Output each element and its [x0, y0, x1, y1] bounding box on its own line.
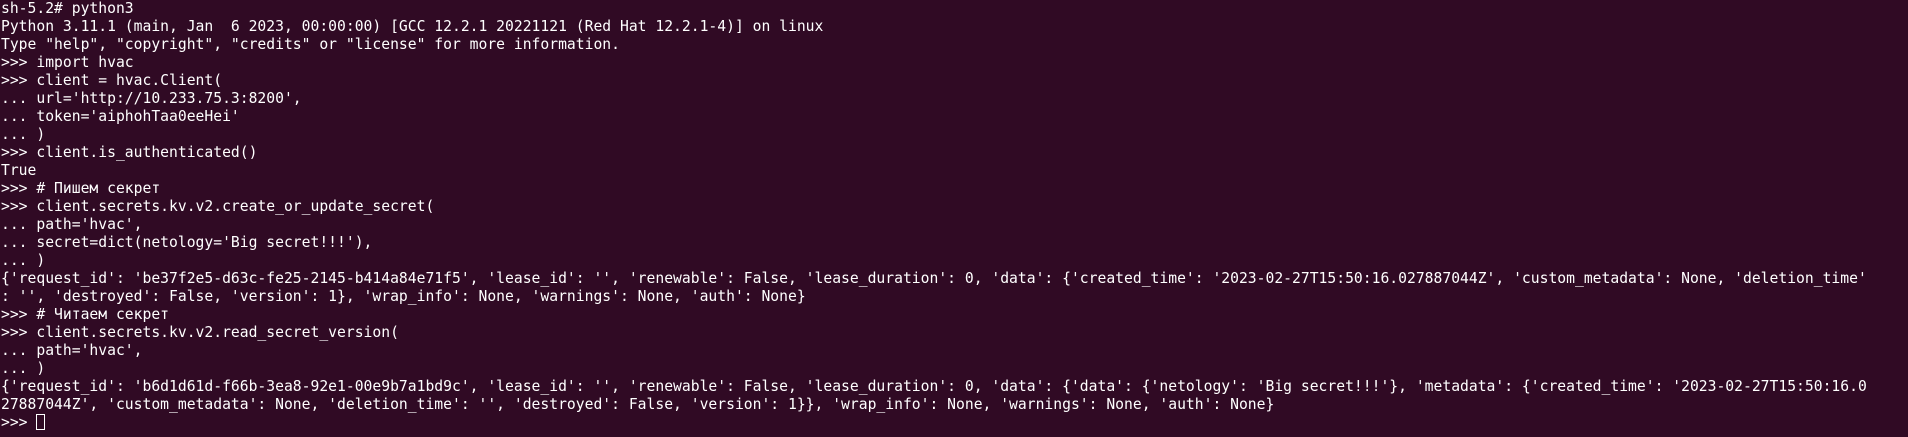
terminal-line: ... secret=dict(netology='Big secret!!!'… [1, 234, 373, 251]
terminal-line: ... url='http://10.233.75.3:8200', [1, 90, 302, 107]
terminal-line: ... token='aiphohTaa0eeHei' [1, 108, 240, 125]
terminal-line: Type "help", "copyright", "credits" or "… [1, 36, 620, 53]
terminal-line: >>> client.is_authenticated() [1, 144, 258, 161]
terminal-line: >>> client.secrets.kv.v2.create_or_updat… [1, 198, 435, 215]
terminal-line: : '', 'destroyed': False, 'version': 1},… [1, 288, 806, 305]
terminal-line: {'request_id': 'be37f2e5-d63c-fe25-2145-… [1, 270, 1867, 287]
terminal-line: ... ) [1, 360, 46, 377]
prompt: >>> [1, 414, 37, 431]
terminal-line: {'request_id': 'b6d1d61d-f66b-3ea8-92e1-… [1, 378, 1867, 395]
terminal-line: >>> import hvac [1, 54, 134, 71]
cursor[interactable] [36, 414, 46, 430]
terminal-line: sh-5.2# python3 [1, 0, 134, 17]
terminal-line: ... path='hvac', [1, 216, 143, 233]
terminal-line: ... path='hvac', [1, 342, 143, 359]
terminal-line: ... ) [1, 252, 46, 269]
terminal-line: >>> client.secrets.kv.v2.read_secret_ver… [1, 324, 399, 341]
terminal-window[interactable]: sh-5.2# python3 Python 3.11.1 (main, Jan… [0, 0, 1908, 437]
terminal-line: >>> client = hvac.Client( [1, 72, 223, 89]
terminal-line: >>> # Читаем секрет [1, 306, 170, 323]
terminal-prompt-line[interactable]: >>> [1, 414, 1908, 432]
terminal-line: ... ) [1, 126, 46, 143]
terminal-line: True [1, 162, 37, 179]
terminal-line: >>> # Пишем секрет [1, 180, 161, 197]
terminal-line: Python 3.11.1 (main, Jan 6 2023, 00:00:0… [1, 18, 824, 35]
terminal-line: 27887044Z', 'custom_metadata': None, 'de… [1, 396, 1275, 413]
